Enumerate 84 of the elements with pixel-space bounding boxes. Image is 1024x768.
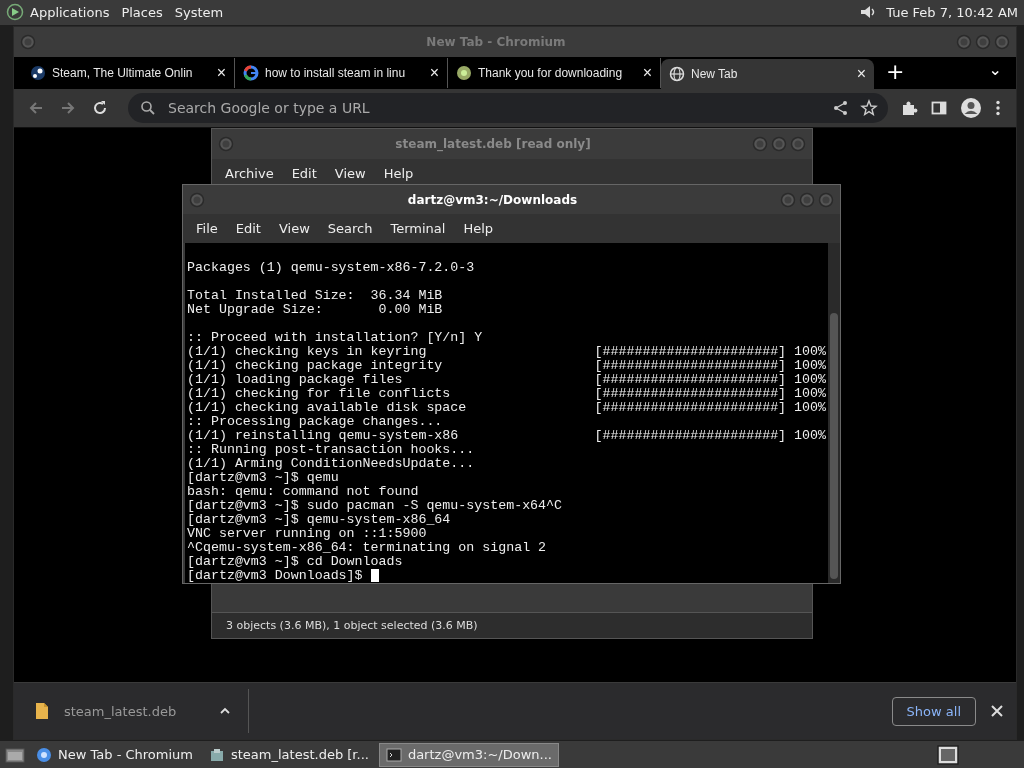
new-tab-button[interactable]: + — [874, 59, 917, 87]
terminal-icon[interactable] — [385, 746, 402, 763]
terminal-line: (1/1) reinstalling qemu-system-x86 — [187, 429, 459, 443]
terminal-line: [dartz@vm3 ~]$ sudo pacman -S qemu-system-x64^C — [187, 499, 563, 513]
share-icon[interactable] — [832, 98, 850, 117]
tab-title: New Tab — [691, 66, 739, 81]
terminal-line: VNC server running on ::1:5900 — [187, 527, 427, 541]
close-tab-button[interactable]: × — [642, 63, 652, 82]
terminal-line: (1/1) checking keys in keyring — [187, 345, 427, 359]
progress-output: [######################] 100% — [594, 429, 827, 443]
file-icon[interactable] — [34, 702, 50, 721]
terminal-line: :: Proceed with installation? [Y/n] Y — [187, 331, 483, 345]
progress-output: [######################] 100% — [594, 359, 827, 373]
menu-logo-icon[interactable] — [6, 3, 24, 22]
menu-item[interactable]: Archive — [216, 165, 283, 181]
terminal-line: :: Running post-transaction hooks... — [187, 443, 475, 457]
taskbar-item[interactable]: New Tab - Chromium — [30, 742, 199, 767]
terminal-line: (1/1) checking package integrity — [187, 359, 443, 373]
window-title: dartz@vm3:~/Downloads — [406, 192, 579, 207]
close-tab-button[interactable]: × — [856, 64, 866, 83]
terminal-line: :: Processing package changes... — [187, 415, 443, 429]
close-tab-button[interactable]: × — [429, 63, 439, 82]
progress-output: [######################] 100% — [594, 387, 827, 401]
menu-item[interactable]: Edit — [226, 221, 270, 236]
panel-menu[interactable]: Places — [115, 5, 169, 20]
browser-tab[interactable]: how to install steam in linu × — [235, 57, 448, 88]
browser-tab[interactable]: Steam, The Ultimate Onlin × — [22, 57, 235, 88]
menu-item[interactable]: View — [269, 221, 319, 236]
download-item[interactable]: steam_latest.deb — [34, 689, 249, 734]
close-tab-button[interactable]: × — [216, 63, 226, 82]
menu-item[interactable]: Search — [318, 221, 382, 236]
taskbar-item[interactable]: steam_latest.deb [r... — [202, 742, 375, 767]
chromium-logo-icon[interactable] — [36, 746, 52, 763]
show-all-button[interactable]: Show all — [891, 696, 976, 726]
window-title: steam_latest.deb [read only] — [394, 137, 592, 151]
browser-tab[interactable]: Thank you for downloading × — [448, 57, 661, 88]
tab-title: Thank you for downloading — [478, 65, 624, 80]
menu-item[interactable]: Help — [454, 221, 503, 236]
menu-item[interactable]: Help — [374, 165, 423, 181]
clock[interactable]: Tue Feb 7, 10:42 AM — [878, 5, 1018, 20]
profile-avatar-icon[interactable] — [960, 96, 982, 119]
terminal-line: bash: qemu: command not found — [187, 485, 419, 499]
more-menu-icon[interactable] — [994, 98, 1002, 117]
show-desktop-icon[interactable] — [4, 745, 26, 764]
star-icon[interactable] — [860, 98, 878, 117]
panel-menu[interactable]: System — [168, 5, 230, 20]
text-cursor — [370, 569, 379, 582]
taskbar-item[interactable]: dartz@vm3:~/Down... — [378, 742, 559, 767]
menu-item[interactable]: View — [325, 165, 375, 181]
archive-icon[interactable] — [208, 746, 225, 763]
menu-item[interactable]: Terminal — [381, 221, 455, 236]
menu-item[interactable]: Edit — [282, 165, 326, 181]
terminal-line: [dartz@vm3 ~]$ qemu-system-x86_64 — [187, 513, 451, 527]
terminal-line: Net Upgrade Size: 0.00 MiB — [187, 303, 443, 317]
terminal-prompt: [dartz@vm3 Downloads]$ — [187, 569, 363, 583]
tab-title: Steam, The Ultimate Onlin — [52, 65, 194, 80]
terminal-line: ^Cqemu-system-x86_64: terminating on signal 2 — [187, 541, 547, 555]
tab-title: how to install steam in linu — [265, 65, 407, 80]
close-icon[interactable] — [990, 704, 1004, 719]
scrollbar[interactable] — [828, 243, 840, 583]
status-bar: 3 objects (3.6 MB), 1 object selected (3.6 MB) — [212, 612, 812, 638]
terminal-line: (1/1) loading package files — [187, 373, 403, 387]
terminal-line: Packages (1) qemu-system-x86-7.2.0-3 — [187, 261, 475, 275]
globe-icon[interactable] — [669, 65, 685, 82]
progress-output: [######################] 100% — [594, 401, 827, 415]
tab-search-button[interactable]: ⌄ — [974, 60, 1016, 86]
browser-tab[interactable]: New Tab × — [661, 58, 874, 89]
terminal-line: (1/1) checking available disk space — [187, 401, 467, 415]
google-logo-icon[interactable] — [243, 64, 259, 81]
steam-logo-icon[interactable] — [30, 64, 46, 81]
progress-output: [######################] 100% — [594, 373, 827, 387]
site-favicon-icon[interactable] — [456, 64, 472, 81]
address-bar[interactable]: Search Google or type a URL — [128, 92, 888, 123]
workspace-switcher-icon[interactable] — [936, 743, 960, 766]
terminal-line: (1/1) checking for file conflicts — [187, 387, 451, 401]
search-icon[interactable] — [140, 99, 156, 116]
terminal-line: Total Installed Size: 36.34 MiB — [187, 289, 443, 303]
menu-item[interactable]: File — [187, 221, 227, 236]
terminal-line: [dartz@vm3 ~]$ cd Downloads — [187, 555, 403, 569]
window-title: New Tab - Chromium — [425, 34, 567, 49]
panel-menu[interactable]: Applications — [24, 5, 116, 20]
terminal-line: [dartz@vm3 ~]$ qemu — [187, 471, 339, 485]
progress-output: [######################] 100% — [594, 345, 827, 359]
terminal-line: (1/1) Arming ConditionNeedsUpdate... — [187, 457, 475, 471]
